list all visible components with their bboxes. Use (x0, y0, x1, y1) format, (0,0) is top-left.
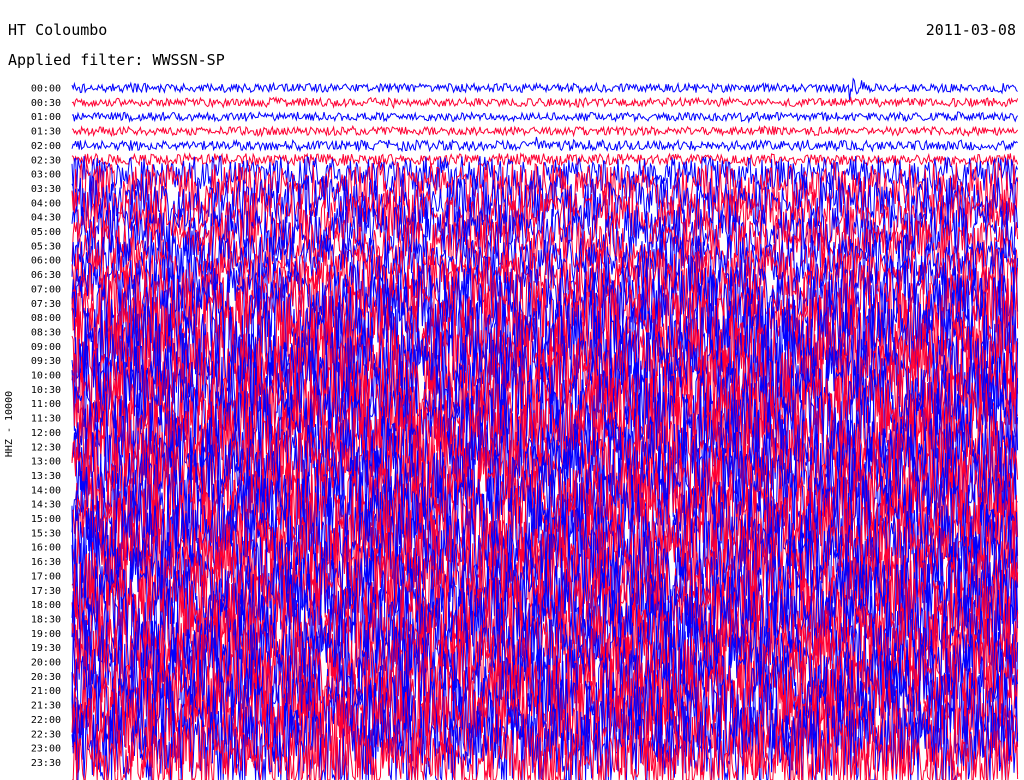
time-tick-label: 19:00 (31, 629, 61, 640)
time-tick-label: 00:30 (31, 98, 61, 109)
time-tick-label: 02:30 (31, 155, 61, 166)
time-tick-label: 10:00 (31, 371, 61, 382)
time-tick-label: 06:00 (31, 256, 61, 267)
time-tick-label: 20:30 (31, 672, 61, 683)
time-axis: 00:00 00:30 01:00 01:30 02:00 02:30 03:00 03:30… (31, 84, 61, 769)
time-tick-label: 03:30 (31, 184, 61, 195)
time-tick-label: 14:00 (31, 485, 61, 496)
time-tick-label: 08:00 (31, 313, 61, 324)
trace-0200 (71, 136, 1018, 153)
time-tick-label: 11:30 (31, 414, 61, 425)
time-tick-label: 17:00 (31, 571, 61, 582)
time-tick-label: 21:00 (31, 686, 61, 697)
time-tick-label: 01:00 (31, 112, 61, 123)
channel-label-text: HHZ - 10000 (4, 390, 15, 458)
time-tick-label: 15:30 (31, 528, 61, 539)
trace-0030 (71, 95, 1019, 110)
time-tick-label: 00:00 (31, 84, 61, 95)
time-tick-label: 22:30 (31, 729, 61, 740)
time-tick-label: 05:00 (31, 227, 61, 238)
time-tick-label: 05:30 (31, 241, 61, 252)
time-tick-label: 12:30 (31, 442, 61, 453)
time-tick-label: 15:00 (31, 514, 61, 525)
time-tick-label: 07:00 (31, 284, 61, 295)
time-tick-label: 23:00 (31, 744, 61, 755)
time-tick-label: 10:30 (31, 385, 61, 396)
time-tick-label: 20:00 (31, 658, 61, 669)
time-tick-label: 07:30 (31, 299, 61, 310)
time-tick-label: 18:30 (31, 614, 61, 625)
time-tick-label: 09:30 (31, 356, 61, 367)
time-tick-label: 03:00 (31, 170, 61, 181)
time-tick-label: 12:00 (31, 428, 61, 439)
time-tick-label: 06:30 (31, 270, 61, 281)
trace-layer (71, 77, 1019, 780)
time-tick-label: 18:00 (31, 600, 61, 611)
time-tick-label: 13:30 (31, 471, 61, 482)
time-tick-label: 09:00 (31, 342, 61, 353)
time-tick-label: 08:30 (31, 327, 61, 338)
time-tick-label: 23:30 (31, 758, 61, 769)
time-tick-label: 02:00 (31, 141, 61, 152)
trace-0100 (71, 110, 1019, 124)
time-tick-label: 13:00 (31, 457, 61, 468)
time-tick-label: 16:30 (31, 557, 61, 568)
trace-0000 (71, 77, 1018, 101)
time-tick-label: 04:00 (31, 198, 61, 209)
time-tick-label: 14:30 (31, 500, 61, 511)
time-tick-label: 04:30 (31, 213, 61, 224)
helicorder-chart: 00:00 00:30 01:00 01:30 02:00 02:30 03:00 03:30… (31, 77, 1019, 780)
time-tick-label: 17:30 (31, 586, 61, 597)
time-tick-label: 21:30 (31, 701, 61, 712)
trace-0130 (71, 124, 1019, 138)
time-tick-label: 22:00 (31, 715, 61, 726)
time-tick-label: 19:30 (31, 643, 61, 654)
time-tick-label: 11:00 (31, 399, 61, 410)
time-tick-label: 01:30 (31, 127, 61, 138)
time-tick-label: 16:00 (31, 543, 61, 554)
